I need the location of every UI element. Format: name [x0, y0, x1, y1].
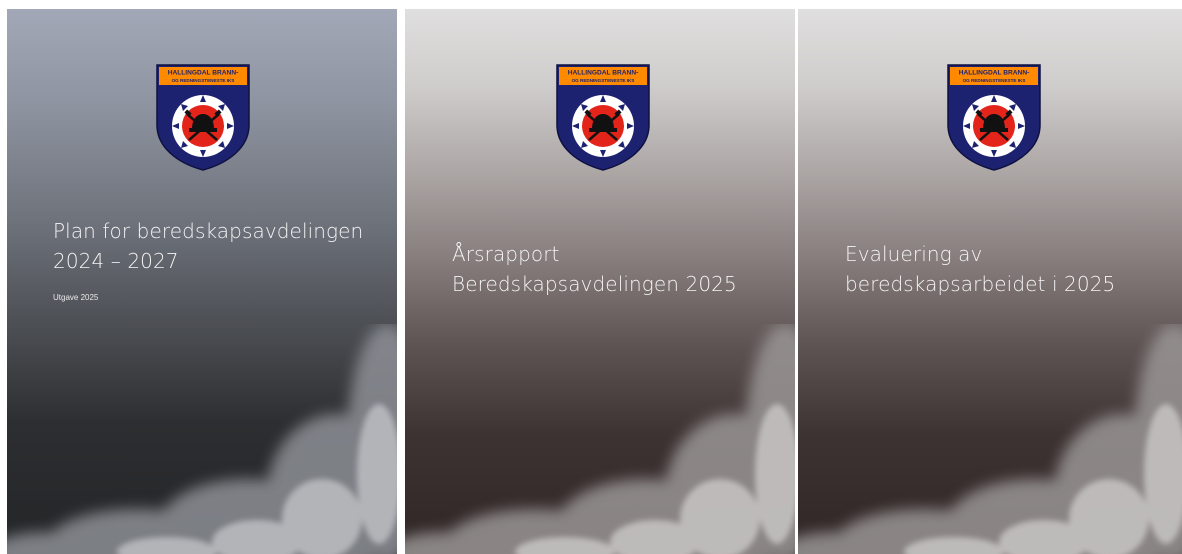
- cover-title-line-1: Plan for beredskapsavdelingen: [53, 219, 364, 243]
- document-cover-annual-report[interactable]: HALLINGDAL BRANN- OG REDNINGSTENESTE IKS: [405, 9, 795, 554]
- cover-title: Plan for beredskapsavdelingen 2024 – 202…: [53, 216, 363, 276]
- cover-title: Evaluering av beredskapsarbeidet i 2025: [845, 239, 1115, 299]
- document-cover-evaluation[interactable]: HALLINGDAL BRANN- OG REDNINGSTENESTE IKS: [798, 9, 1182, 554]
- logo-line-1: HALLINGDAL BRANN-: [959, 70, 1030, 77]
- document-cover-plan[interactable]: HALLINGDAL BRANN- OG REDNINGSTENESTE IKS: [7, 9, 397, 554]
- logo-line-2: OG REDNINGSTENESTE IKS: [963, 78, 1026, 83]
- cover-title-line-1: Årsrapport: [452, 242, 560, 266]
- logo-line-2: OG REDNINGSTENESTE IKS: [172, 78, 235, 83]
- cover-title-line-2: 2024 – 2027: [53, 249, 179, 273]
- logo-line-1: HALLINGDAL BRANN-: [168, 70, 239, 77]
- fire-service-logo: HALLINGDAL BRANN- OG REDNINGSTENESTE IKS: [156, 64, 250, 171]
- edition-label: Utgave 2025: [53, 293, 99, 302]
- smoke-decoration: [798, 324, 1182, 554]
- logo-line-1: HALLINGDAL BRANN-: [568, 70, 639, 77]
- fire-service-logo: HALLINGDAL BRANN- OG REDNINGSTENESTE IKS: [947, 64, 1041, 171]
- cover-title-line-2: beredskapsarbeidet i 2025: [845, 272, 1116, 296]
- smoke-decoration: [7, 324, 397, 554]
- smoke-decoration: [405, 324, 795, 554]
- fire-service-logo: HALLINGDAL BRANN- OG REDNINGSTENESTE IKS: [556, 64, 650, 171]
- document-covers-gallery: HALLINGDAL BRANN- OG REDNINGSTENESTE IKS: [0, 0, 1182, 554]
- logo-line-2: OG REDNINGSTENESTE IKS: [572, 78, 635, 83]
- cover-title: Årsrapport Beredskapsavdelingen 2025: [452, 239, 737, 299]
- cover-title-line-1: Evaluering av: [845, 242, 983, 266]
- cover-title-line-2: Beredskapsavdelingen 2025: [452, 272, 737, 296]
